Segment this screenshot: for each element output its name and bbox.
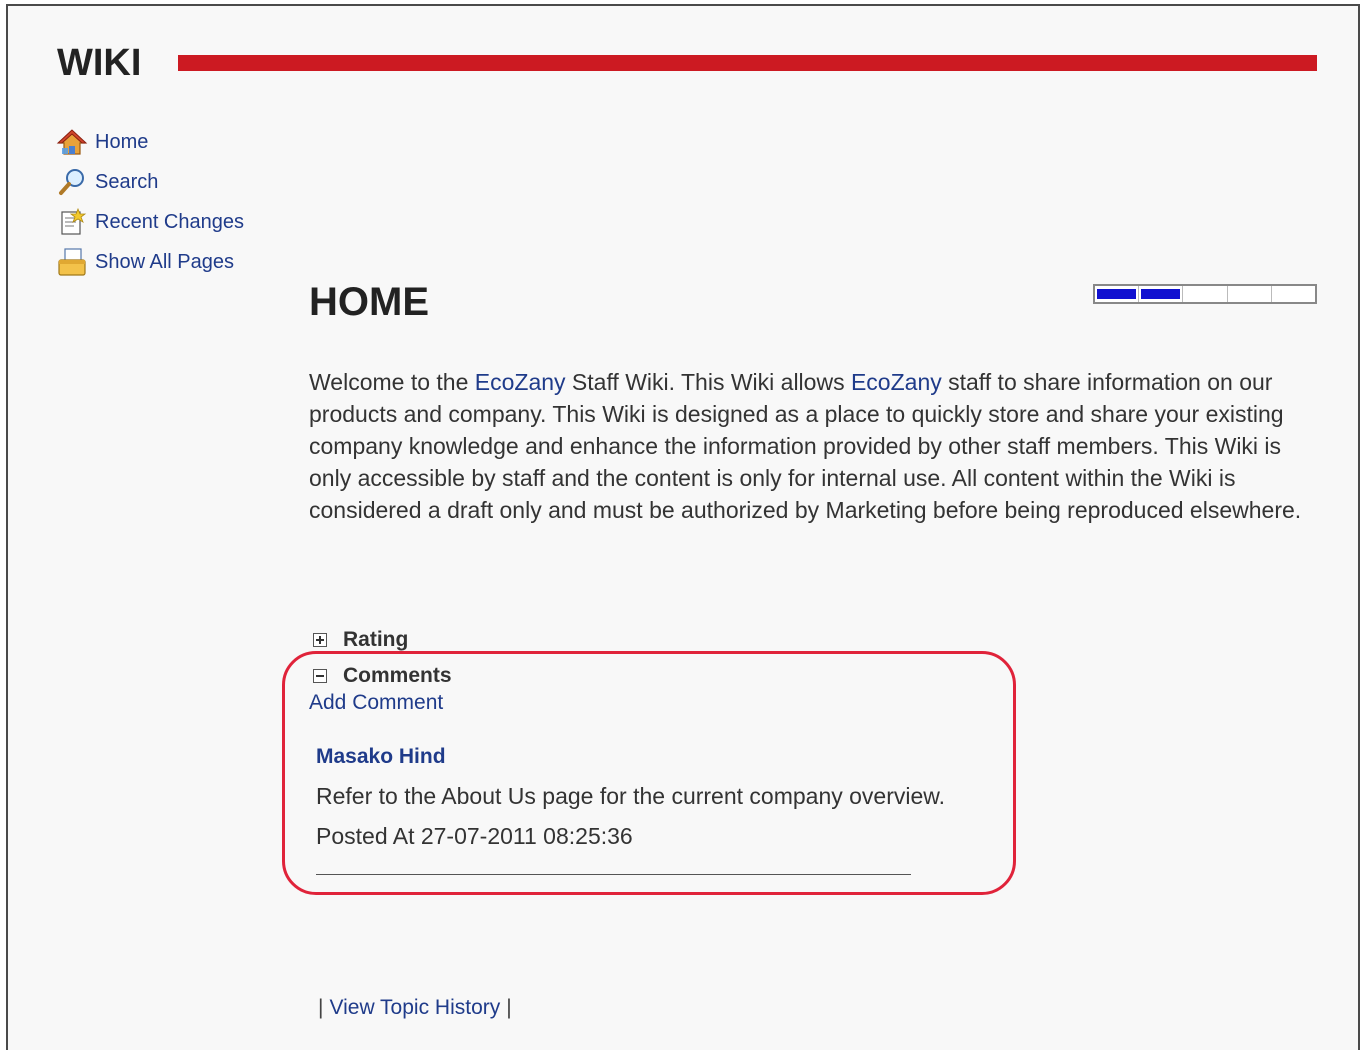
- sidebar-nav: Home Search Recent Changes Show All Page…: [56, 122, 244, 282]
- home-icon: [56, 126, 90, 158]
- title-accent-bar: [178, 55, 1317, 71]
- rating-meter[interactable]: [1093, 284, 1317, 304]
- intro-text-1: Welcome to the: [309, 369, 475, 395]
- nav-item-search[interactable]: Search: [56, 162, 244, 202]
- rating-segment[interactable]: [1183, 286, 1228, 302]
- nav-label-search: Search: [95, 170, 159, 193]
- rating-segment[interactable]: [1139, 286, 1184, 302]
- nav-label-home: Home: [95, 130, 149, 153]
- nav-item-show-all-pages[interactable]: Show All Pages: [56, 242, 244, 282]
- intro-text-2: Staff Wiki. This Wiki allows: [565, 369, 851, 395]
- footer-separator-right: |: [506, 996, 512, 1019]
- search-icon: [56, 166, 90, 198]
- page-title: HOME: [309, 280, 429, 324]
- all-pages-icon: [56, 246, 90, 278]
- expand-icon: [313, 633, 327, 647]
- nav-item-home[interactable]: Home: [56, 122, 244, 162]
- footer-separator-left: |: [318, 996, 324, 1019]
- intro-paragraph: Welcome to the EcoZany Staff Wiki. This …: [309, 366, 1319, 526]
- nav-label-show-all-pages: Show All Pages: [95, 250, 234, 273]
- rating-segment[interactable]: [1272, 286, 1315, 302]
- rating-section-label: Rating: [343, 628, 409, 651]
- footer-links: | View Topic History |: [312, 996, 518, 1020]
- rating-section-toggle[interactable]: Rating: [313, 628, 408, 652]
- comments-highlight-outline: [282, 651, 1016, 895]
- app-title: WIKI: [57, 42, 142, 84]
- rating-segment[interactable]: [1228, 286, 1272, 302]
- view-topic-history-link[interactable]: View Topic History: [329, 996, 500, 1019]
- nav-label-recent-changes: Recent Changes: [95, 210, 244, 233]
- ecozany-link-1[interactable]: EcoZany: [475, 369, 566, 395]
- recent-changes-icon: [56, 206, 90, 238]
- ecozany-link-2[interactable]: EcoZany: [851, 369, 942, 395]
- rating-segment[interactable]: [1095, 286, 1140, 302]
- nav-item-recent-changes[interactable]: Recent Changes: [56, 202, 244, 242]
